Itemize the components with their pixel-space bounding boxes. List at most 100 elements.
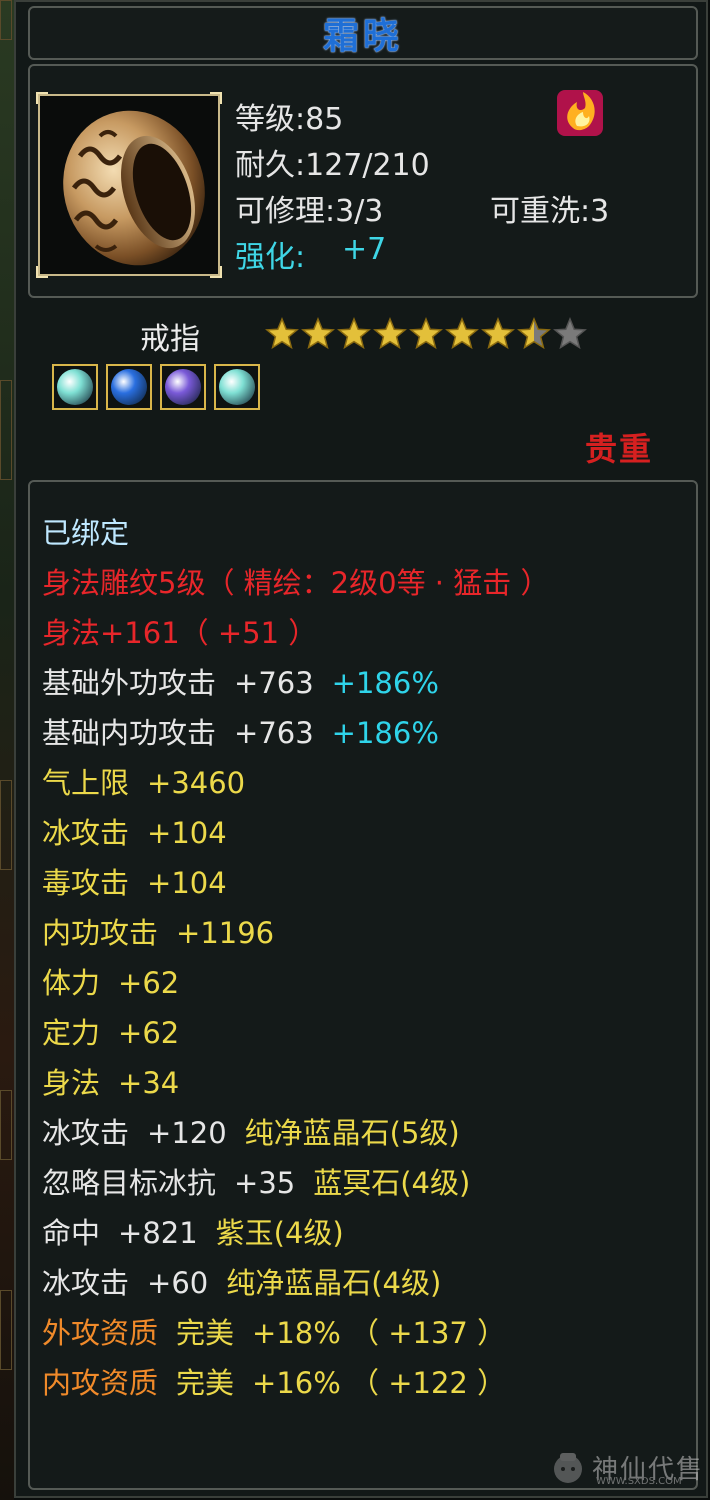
attribute-row: 内攻资质 完美 +16% （ +122 ） — [42, 1364, 506, 1402]
gem-slot[interactable] — [106, 364, 152, 410]
cyan-gem-icon — [219, 369, 255, 405]
attribute-row: 命中 +821 紫玉(4级) — [42, 1214, 344, 1252]
attribute-segment: 身法 — [42, 1066, 101, 1100]
star-empty-icon — [553, 317, 587, 350]
attribute-segment: 基础内功攻击 — [42, 716, 217, 750]
attribute-row: 外攻资质 完美 +18% （ +137 ） — [42, 1314, 506, 1352]
attribute-segment: 毒攻击 — [42, 866, 130, 900]
attribute-segment: 内功攻击 — [42, 916, 159, 950]
attribute-segment: 命中 — [42, 1216, 101, 1250]
attribute-row: 基础内功攻击 +763 +186% — [42, 714, 439, 752]
attribute-segment: +1196 — [176, 916, 275, 950]
frame-corner — [210, 92, 222, 104]
attribute-segment: 蓝冥石(4级) — [313, 1166, 471, 1200]
strip-segment — [0, 780, 12, 870]
attribute-segment: +62 — [118, 966, 180, 1000]
gem-sockets — [52, 364, 260, 410]
attribute-segment: +62 — [118, 1016, 180, 1050]
item-info-panel: 等级:85 耐久:127/210 可修理:3/3 可重洗:3 强化: +7 — [28, 64, 698, 298]
attribute-segment: +60 — [147, 1266, 209, 1300]
watermark-url: WWW.SXDS.COM — [596, 1476, 682, 1487]
attribute-panel: 已绑定 身法雕纹5级（ 精绘：2级0等 · 猛击 ） 身法+161（ +51 ） 基… — [28, 480, 698, 1490]
purple-gem-icon — [165, 369, 201, 405]
attribute-row: 身法 +34 — [42, 1064, 179, 1102]
ring-icon — [63, 110, 205, 266]
rarity-label: 贵重 — [585, 430, 654, 468]
attribute-row: 体力 +62 — [42, 964, 179, 1002]
attribute-row: 冰攻击 +104 — [42, 814, 227, 852]
attribute-segment: 内攻资质 — [42, 1366, 159, 1400]
attribute-segment: 完美 — [176, 1316, 235, 1350]
attribute-segment: +186% — [331, 666, 439, 700]
gem-slot[interactable] — [214, 364, 260, 410]
attribute-row: 毒攻击 +104 — [42, 864, 227, 902]
attribute-segment: 身法雕纹5级（ 精绘：2级0等 · 猛击 ） — [42, 566, 550, 600]
strip-segment — [0, 380, 12, 480]
attribute-segment: 基础外功攻击 — [42, 666, 217, 700]
attribute-segment: 身法+161（ +51 ） — [42, 616, 318, 650]
durability-stat: 耐久:127/210 — [235, 148, 430, 183]
rewash-stat: 可重洗:3 — [490, 194, 610, 229]
attribute-segment: +34 — [118, 1066, 180, 1100]
attribute-segment: 完美 — [176, 1366, 235, 1400]
attribute-segment: +35 — [234, 1166, 296, 1200]
attribute-segment: 气上限 — [42, 766, 130, 800]
attribute-segment: +18% （ +137 ） — [252, 1316, 507, 1350]
attribute-segment: 忽略目标冰抗 — [42, 1166, 217, 1200]
star-filled-icon — [265, 317, 299, 350]
frame-corner — [210, 266, 222, 278]
attribute-segment: +104 — [147, 866, 227, 900]
attribute-segment: 冰攻击 — [42, 1116, 130, 1150]
attribute-row: 气上限 +3460 — [42, 764, 245, 802]
attribute-segment: 紫玉(4级) — [215, 1216, 344, 1250]
attribute-segment: +104 — [147, 816, 227, 850]
item-name: 霜晓 — [322, 15, 403, 57]
attribute-row: 身法+161（ +51 ） — [42, 614, 317, 652]
star-filled-icon — [301, 317, 335, 350]
title-bar: 霜晓 — [28, 6, 698, 60]
attribute-row: 冰攻击 +120 纯净蓝晶石(5级) — [42, 1114, 460, 1152]
watermark: 神仙代售 WWW.SXDS.COM — [548, 1440, 708, 1494]
attribute-row: 冰攻击 +60 纯净蓝晶石(4级) — [42, 1264, 441, 1302]
star-filled-icon — [445, 317, 479, 350]
attribute-segment: +821 — [118, 1216, 198, 1250]
gem-slot[interactable] — [160, 364, 206, 410]
frame-corner — [36, 266, 48, 278]
attribute-segment: +186% — [331, 716, 439, 750]
attribute-segment: 纯净蓝晶石(5级) — [244, 1116, 460, 1150]
attribute-segment: +120 — [147, 1116, 227, 1150]
gem-slot[interactable] — [52, 364, 98, 410]
cyan-gem-icon — [57, 369, 93, 405]
star-filled-icon — [373, 317, 407, 350]
attribute-segment: 定力 — [42, 1016, 101, 1050]
attribute-segment: 外攻资质 — [42, 1316, 159, 1350]
star-half-icon — [517, 317, 551, 350]
star-rating — [265, 317, 587, 351]
blue-gem-icon — [111, 369, 147, 405]
attribute-row: 忽略目标冰抗 +35 蓝冥石(4级) — [42, 1164, 470, 1202]
item-type: 戒指 — [140, 322, 200, 357]
left-edge-strip — [0, 0, 14, 1500]
star-filled-icon — [481, 317, 515, 350]
attribute-segment: +16% （ +122 ） — [252, 1366, 507, 1400]
attribute-row: 定力 +62 — [42, 1014, 179, 1052]
strip-segment — [0, 0, 12, 40]
enhance-label: 强化: — [235, 240, 306, 275]
item-icon-frame — [36, 92, 222, 278]
attribute-segment: 纯净蓝晶石(4级) — [226, 1266, 442, 1300]
attribute-segment: +763 — [234, 666, 314, 700]
attribute-row: 基础外功攻击 +763 +186% — [42, 664, 439, 702]
attribute-segment: 体力 — [42, 966, 101, 1000]
frame-corner — [36, 92, 48, 104]
mascot-icon — [554, 1453, 582, 1483]
flame-badge-icon — [557, 90, 603, 136]
star-filled-icon — [337, 317, 371, 350]
level-stat: 等级:85 — [235, 102, 344, 137]
attribute-row: 身法雕纹5级（ 精绘：2级0等 · 猛击 ） — [42, 564, 549, 602]
bound-status: 已绑定 — [42, 516, 130, 550]
star-filled-icon — [409, 317, 443, 350]
strip-segment — [0, 1290, 12, 1370]
attribute-row: 内功攻击 +1196 — [42, 914, 274, 952]
enhance-value: +7 — [342, 232, 387, 267]
strip-segment — [0, 1090, 12, 1160]
